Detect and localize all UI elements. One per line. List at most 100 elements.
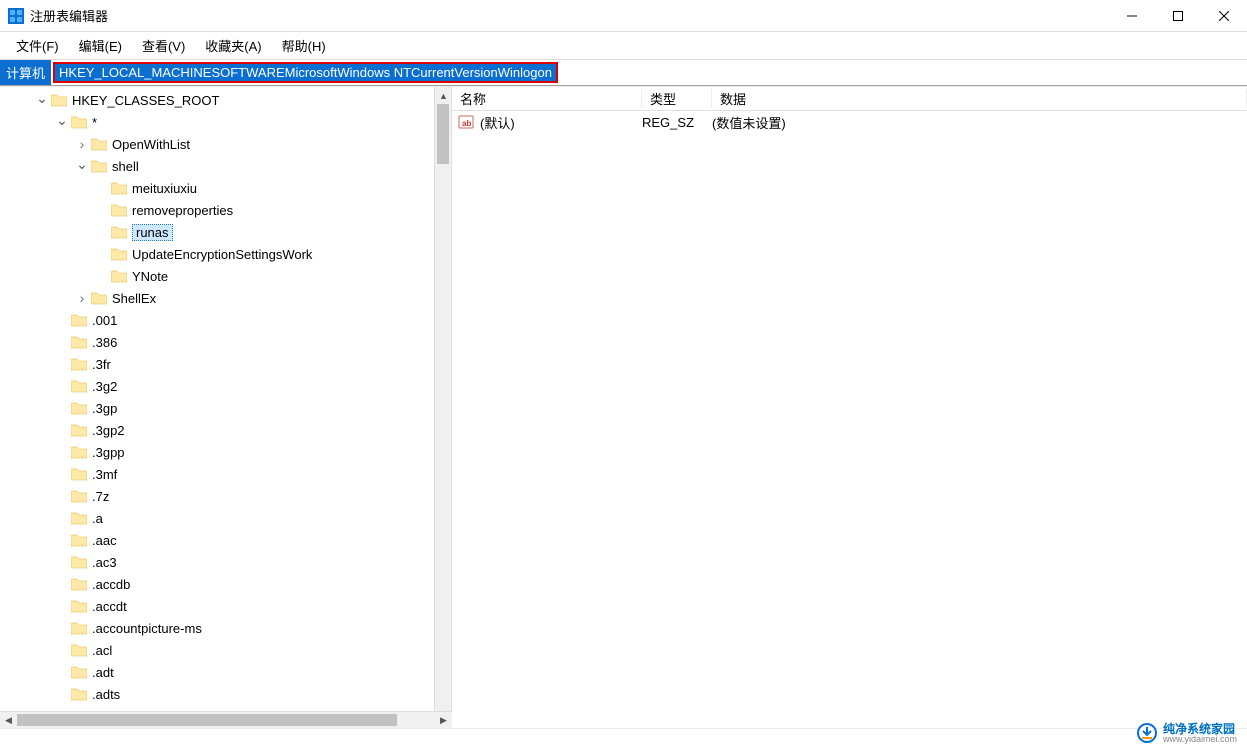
tree-item[interactable]: .adt xyxy=(0,661,451,683)
tree-item[interactable]: meituxiuxiu xyxy=(0,177,451,199)
string-value-icon: ab xyxy=(458,114,476,130)
watermark-url: www.yidaimei.com xyxy=(1163,735,1237,744)
list-header: 名称 类型 数据 xyxy=(452,87,1247,111)
window-controls xyxy=(1109,0,1247,31)
chevron-right-icon[interactable]: › xyxy=(74,290,90,306)
tree-item[interactable]: removeproperties xyxy=(0,199,451,221)
tree-item-label: .3gp xyxy=(92,401,123,416)
menu-file[interactable]: 文件(F) xyxy=(8,33,67,58)
tree-item[interactable]: .adts xyxy=(0,683,451,705)
tree-item[interactable]: .3g2 xyxy=(0,375,451,397)
folder-icon xyxy=(70,686,88,702)
col-header-data[interactable]: 数据 xyxy=(712,89,1247,108)
watermark-text: 纯净系统家园 xyxy=(1163,723,1237,735)
folder-icon xyxy=(70,378,88,394)
menu-help[interactable]: 帮助(H) xyxy=(274,33,334,58)
folder-icon xyxy=(70,620,88,636)
menubar: 文件(F) 编辑(E) 查看(V) 收藏夹(A) 帮助(H) xyxy=(0,32,1247,60)
registry-tree[interactable]: ⌄HKEY_CLASSES_ROOT⌄*›OpenWithList⌄shellm… xyxy=(0,87,451,705)
tree-item[interactable]: .acl xyxy=(0,639,451,661)
chevron-down-icon[interactable]: ⌄ xyxy=(34,90,50,107)
tree-item-label: OpenWithList xyxy=(112,137,196,152)
tree-item[interactable]: runas xyxy=(0,221,451,243)
tree-item-label: .acl xyxy=(92,643,118,658)
folder-icon xyxy=(70,114,88,130)
chevron-right-icon[interactable]: › xyxy=(74,136,90,152)
tree-item-label: .386 xyxy=(92,335,123,350)
folder-icon xyxy=(70,488,88,504)
tree-item-label: .adt xyxy=(92,665,120,680)
menu-view[interactable]: 查看(V) xyxy=(134,33,193,58)
tree-item[interactable]: ›ShellEx xyxy=(0,287,451,309)
hscroll-thumb[interactable] xyxy=(17,714,397,726)
folder-icon xyxy=(70,356,88,372)
tree-item[interactable]: ⌄shell xyxy=(0,155,451,177)
tree-item[interactable]: .3gp2 xyxy=(0,419,451,441)
col-header-name[interactable]: 名称 xyxy=(452,89,642,108)
col-header-type[interactable]: 类型 xyxy=(642,89,712,108)
tree-item[interactable]: .a xyxy=(0,507,451,529)
tree-item[interactable]: › OpenWithList xyxy=(0,133,451,155)
scroll-right-arrow[interactable]: ▶ xyxy=(435,712,452,729)
tree-item[interactable]: .3fr xyxy=(0,353,451,375)
tree-item[interactable]: .001 xyxy=(0,309,451,331)
folder-icon xyxy=(70,510,88,526)
tree-item-label: .3gpp xyxy=(92,445,131,460)
folder-icon xyxy=(70,312,88,328)
tree-item-label: .3g2 xyxy=(92,379,123,394)
tree-item[interactable]: .accdt xyxy=(0,595,451,617)
tree-item[interactable]: ⌄HKEY_CLASSES_ROOT xyxy=(0,89,451,111)
scroll-left-arrow[interactable]: ◀ xyxy=(0,712,17,729)
chevron-down-icon[interactable]: ⌄ xyxy=(54,112,70,129)
chevron-down-icon[interactable]: ⌄ xyxy=(74,156,90,173)
tree-item-label: runas xyxy=(132,224,173,241)
folder-icon xyxy=(70,466,88,482)
menu-favorites[interactable]: 收藏夹(A) xyxy=(197,33,269,58)
status-bar xyxy=(0,728,1247,746)
tree-item[interactable]: .7z xyxy=(0,485,451,507)
titlebar: 注册表编辑器 xyxy=(0,0,1247,32)
scroll-thumb[interactable] xyxy=(437,104,449,164)
folder-icon xyxy=(70,664,88,680)
tree-item[interactable]: .3gp xyxy=(0,397,451,419)
folder-icon xyxy=(110,202,128,218)
tree-item[interactable]: .3mf xyxy=(0,463,451,485)
content-area: ⌄HKEY_CLASSES_ROOT⌄*›OpenWithList⌄shellm… xyxy=(0,86,1247,728)
value-list[interactable]: ab(默认)REG_SZ(数值未设置) xyxy=(452,111,1247,728)
value-row[interactable]: ab(默认)REG_SZ(数值未设置) xyxy=(452,111,1247,133)
maximize-button[interactable] xyxy=(1155,0,1201,31)
address-input[interactable]: HKEY_LOCAL_MACHINESOFTWAREMicrosoftWindo… xyxy=(51,60,1247,85)
close-button[interactable] xyxy=(1201,0,1247,31)
folder-icon xyxy=(110,180,128,196)
scroll-up-arrow[interactable]: ▲ xyxy=(435,87,452,104)
folder-icon xyxy=(90,158,108,174)
tree-item[interactable]: .386 xyxy=(0,331,451,353)
watermark-icon xyxy=(1137,723,1157,743)
tree-item[interactable]: UpdateEncryptionSettingsWork xyxy=(0,243,451,265)
regedit-app-icon xyxy=(8,8,24,24)
tree-item-label: UpdateEncryptionSettingsWork xyxy=(132,247,318,262)
tree-item[interactable]: .accdb xyxy=(0,573,451,595)
tree-item-label: .3mf xyxy=(92,467,123,482)
tree-item[interactable]: .aac xyxy=(0,529,451,551)
tree-item[interactable]: ⌄* xyxy=(0,111,451,133)
tree-vertical-scrollbar[interactable]: ▲ ▼ xyxy=(434,87,451,728)
window-title: 注册表编辑器 xyxy=(30,6,108,25)
minimize-button[interactable] xyxy=(1109,0,1155,31)
value-list-pane: 名称 类型 数据 ab(默认)REG_SZ(数值未设置) xyxy=(452,87,1247,728)
tree-item-label: .accdt xyxy=(92,599,133,614)
tree-item[interactable]: .accountpicture-ms xyxy=(0,617,451,639)
folder-icon xyxy=(110,224,128,240)
tree-horizontal-scrollbar[interactable]: ◀ ▶ xyxy=(0,711,452,728)
tree-item-label: * xyxy=(92,115,103,130)
tree-item-label: .ac3 xyxy=(92,555,123,570)
tree-item[interactable]: .3gpp xyxy=(0,441,451,463)
folder-icon xyxy=(110,268,128,284)
tree-item[interactable]: YNote xyxy=(0,265,451,287)
tree-pane: ⌄HKEY_CLASSES_ROOT⌄*›OpenWithList⌄shellm… xyxy=(0,87,452,728)
folder-icon xyxy=(90,136,108,152)
menu-edit[interactable]: 编辑(E) xyxy=(71,33,130,58)
tree-item[interactable]: .ac3 xyxy=(0,551,451,573)
folder-icon xyxy=(70,554,88,570)
folder-icon xyxy=(70,444,88,460)
